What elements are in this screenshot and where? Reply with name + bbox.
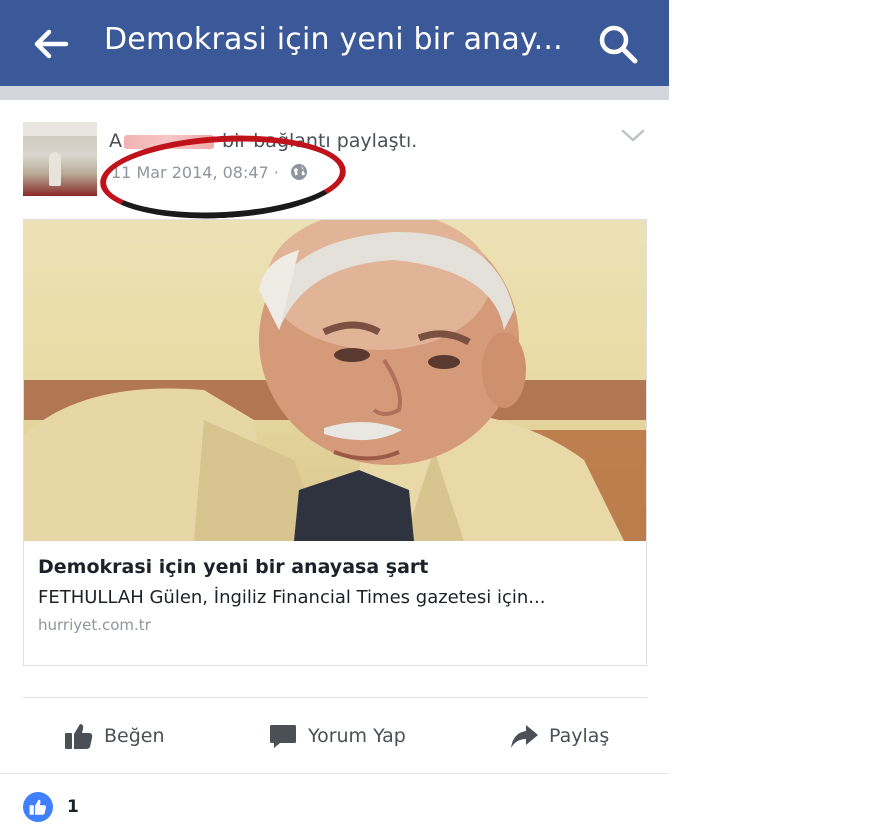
back-arrow-icon[interactable] xyxy=(30,24,70,64)
thumbs-up-icon xyxy=(29,799,46,815)
like-button[interactable]: Beğen xyxy=(64,718,165,754)
link-title[interactable]: Demokrasi için yeni bir anayasa şart xyxy=(38,556,628,578)
comment-icon xyxy=(270,725,296,748)
comment-button[interactable]: Yorum Yap xyxy=(268,718,406,754)
link-domain: hurriyet.com.tr xyxy=(38,616,151,634)
reaction-count: 1 xyxy=(67,797,79,817)
author-name[interactable]: A xyxy=(109,130,122,152)
portrait-photo xyxy=(24,220,646,541)
like-reaction-badge xyxy=(23,792,53,822)
link-description: FETHULLAH Gülen, İngiliz Financial Times… xyxy=(38,587,546,608)
share-label: Paylaş xyxy=(549,725,610,747)
post-actions: Beğen Yorum Yap Paylaş xyxy=(0,698,669,774)
search-icon[interactable] xyxy=(596,22,640,66)
like-label: Beğen xyxy=(104,725,165,747)
avatar-figure xyxy=(49,152,61,186)
thumbs-up-icon xyxy=(65,724,93,749)
avatar-ceiling xyxy=(23,122,97,136)
link-preview-card[interactable]: Demokrasi için yeni bir anayasa şart FET… xyxy=(23,219,647,666)
link-preview-text: Demokrasi için yeni bir anayasa şart FET… xyxy=(38,556,628,634)
reactions-row[interactable]: 1 xyxy=(23,792,79,822)
feed-separator xyxy=(0,86,669,100)
link-preview-image[interactable] xyxy=(24,220,646,541)
share-icon xyxy=(511,725,538,748)
phone-screen: Demokrasi için yeni bir anay... A bir ba… xyxy=(0,0,669,839)
chevron-down-icon[interactable] xyxy=(620,126,646,146)
share-button[interactable]: Paylaş xyxy=(509,718,609,754)
author-avatar[interactable] xyxy=(23,122,97,196)
comment-label: Yorum Yap xyxy=(308,725,406,747)
post-card: A bir bağlantı paylaştı. 11 Mar 2014, 08… xyxy=(0,100,669,839)
top-app-bar: Demokrasi için yeni bir anay... xyxy=(0,0,669,86)
reactions-divider xyxy=(0,773,669,774)
page-title: Demokrasi için yeni bir anay... xyxy=(104,22,563,57)
